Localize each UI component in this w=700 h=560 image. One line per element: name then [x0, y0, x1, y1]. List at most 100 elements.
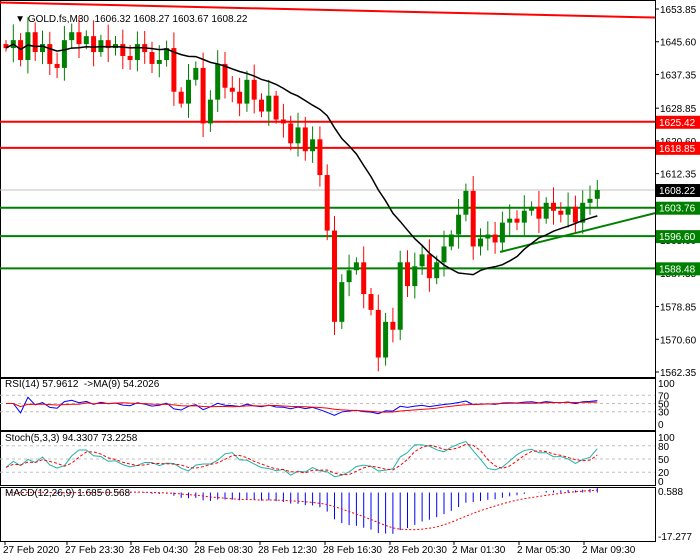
- x-tick-label: 28 Feb 20:30: [388, 545, 447, 556]
- candle-body: [47, 44, 53, 64]
- ohlc-close: 1608.22: [211, 14, 248, 25]
- candle-body: [492, 234, 498, 243]
- candle-body: [368, 294, 374, 310]
- candle-body: [193, 67, 199, 80]
- candle-body: [572, 206, 578, 223]
- macd-tick-label: -17.277: [658, 532, 692, 543]
- level-label: 1596.60: [659, 232, 696, 243]
- candle-body: [317, 139, 323, 176]
- candle-body: [587, 198, 593, 203]
- candle-body: [536, 206, 542, 219]
- candle-body: [200, 67, 206, 124]
- candle-body: [346, 270, 352, 283]
- symbol: GOLD.fs,M30: [27, 14, 89, 25]
- ohlc-high: 1608.27: [133, 14, 170, 25]
- candle-body: [478, 238, 483, 247]
- level-label: 1608.22: [659, 186, 696, 197]
- rsi-label: RSI(14) 57.9612 ->MA(9) 54.2026: [5, 379, 160, 390]
- candle-body: [441, 246, 447, 263]
- candle-body: [178, 91, 184, 104]
- x-tick-label: 2 Mar 05:30: [517, 545, 571, 556]
- rsi-tick-label: 100: [658, 379, 675, 390]
- candle-body: [171, 48, 177, 92]
- candle-body: [470, 190, 476, 247]
- candle-body: [237, 91, 243, 104]
- candle-body: [397, 262, 403, 330]
- candle-body: [259, 99, 264, 112]
- macd-tick-label: 0.588: [658, 487, 683, 498]
- candle-body: [448, 234, 454, 247]
- candle-body: [127, 56, 133, 60]
- dropdown-triangle-icon[interactable]: ▼: [15, 14, 28, 25]
- x-tick-label: 28 Feb 16:30: [323, 545, 382, 556]
- level-label: 1588.48: [659, 264, 696, 275]
- candle-body: [353, 262, 359, 271]
- chart-canvas[interactable]: 1653.851645.601637.351628.851620.601612.…: [0, 0, 700, 560]
- candle-body: [390, 321, 396, 330]
- y-tick-label: 1653.85: [660, 5, 697, 16]
- candle-body: [156, 59, 162, 64]
- y-tick-label: 1637.35: [660, 70, 697, 81]
- candle-body: [266, 95, 272, 112]
- y-tick-label: 1628.85: [660, 104, 697, 115]
- y-tick-label: 1612.35: [660, 170, 697, 181]
- candle-body: [521, 210, 527, 223]
- candle-body: [361, 262, 367, 295]
- candle-body: [229, 87, 235, 92]
- candle-body: [83, 36, 89, 45]
- candle-body: [383, 321, 389, 358]
- candle-body: [405, 262, 410, 287]
- candle-body: [499, 222, 505, 243]
- level-label: 1618.85: [659, 144, 696, 155]
- candle-body: [280, 119, 286, 124]
- candle-body: [40, 44, 45, 53]
- trading-chart-window[interactable]: 1653.851645.601637.351628.851620.601612.…: [0, 0, 700, 560]
- y-tick-label: 1570.60: [660, 335, 697, 346]
- candle-body: [310, 139, 316, 152]
- y-tick-label: 1578.85: [660, 303, 697, 314]
- candle-body: [375, 309, 381, 358]
- level-label: 1625.42: [659, 118, 696, 129]
- stoch-tick-label: 50: [658, 455, 670, 466]
- candle-body: [434, 262, 440, 279]
- stoch-tick-label: 80: [658, 442, 670, 453]
- x-tick-label: 27 Feb 2020: [3, 545, 60, 556]
- candle-body: [302, 127, 308, 152]
- candle-body: [426, 254, 432, 279]
- macd-label: MACD(12,26,9) 1.685 0.568: [5, 488, 131, 499]
- candle-body: [295, 127, 301, 144]
- ohlc-low: 1603.67: [172, 14, 209, 25]
- stoch-label: Stoch(5,3,3) 94.3307 73.2258: [5, 433, 138, 444]
- rsi-tick-label: 30: [658, 408, 670, 419]
- candle-body: [485, 234, 491, 239]
- candle-body: [149, 52, 155, 64]
- candle-body: [412, 266, 418, 287]
- candle-body: [134, 44, 140, 60]
- x-tick-label: 2 Mar 09:30: [582, 545, 636, 556]
- candle-body: [332, 230, 337, 322]
- ohlc-open: 1606.32: [94, 14, 131, 25]
- x-tick-label: 28 Feb 12:30: [258, 545, 317, 556]
- rsi-tick-label: 0: [658, 420, 664, 431]
- chart-header: ▼ GOLD.fs,M30 1606.32 1608.27 1603.67 16…: [4, 3, 247, 36]
- candle-body: [251, 79, 257, 100]
- candle-body: [507, 218, 513, 223]
- x-tick-label: 28 Feb 08:30: [194, 545, 253, 556]
- candle-body: [91, 36, 97, 53]
- candle-body: [529, 206, 535, 211]
- candle-body: [273, 95, 279, 120]
- candle-body: [456, 214, 462, 235]
- candle-body: [565, 206, 571, 215]
- y-tick-label: 1645.60: [660, 38, 697, 49]
- moving-average-line: [5, 43, 598, 276]
- x-tick-label: 27 Feb 23:30: [65, 545, 124, 556]
- x-tick-label: 2 Mar 01:30: [452, 545, 506, 556]
- candle-body: [244, 79, 250, 104]
- y-tick-label: 1562.35: [660, 368, 697, 379]
- candle-body: [514, 218, 520, 223]
- candle-body: [207, 99, 213, 124]
- candle-body: [120, 44, 126, 57]
- candle-body: [324, 175, 330, 231]
- candle-body: [463, 190, 469, 215]
- candle-body: [288, 123, 294, 144]
